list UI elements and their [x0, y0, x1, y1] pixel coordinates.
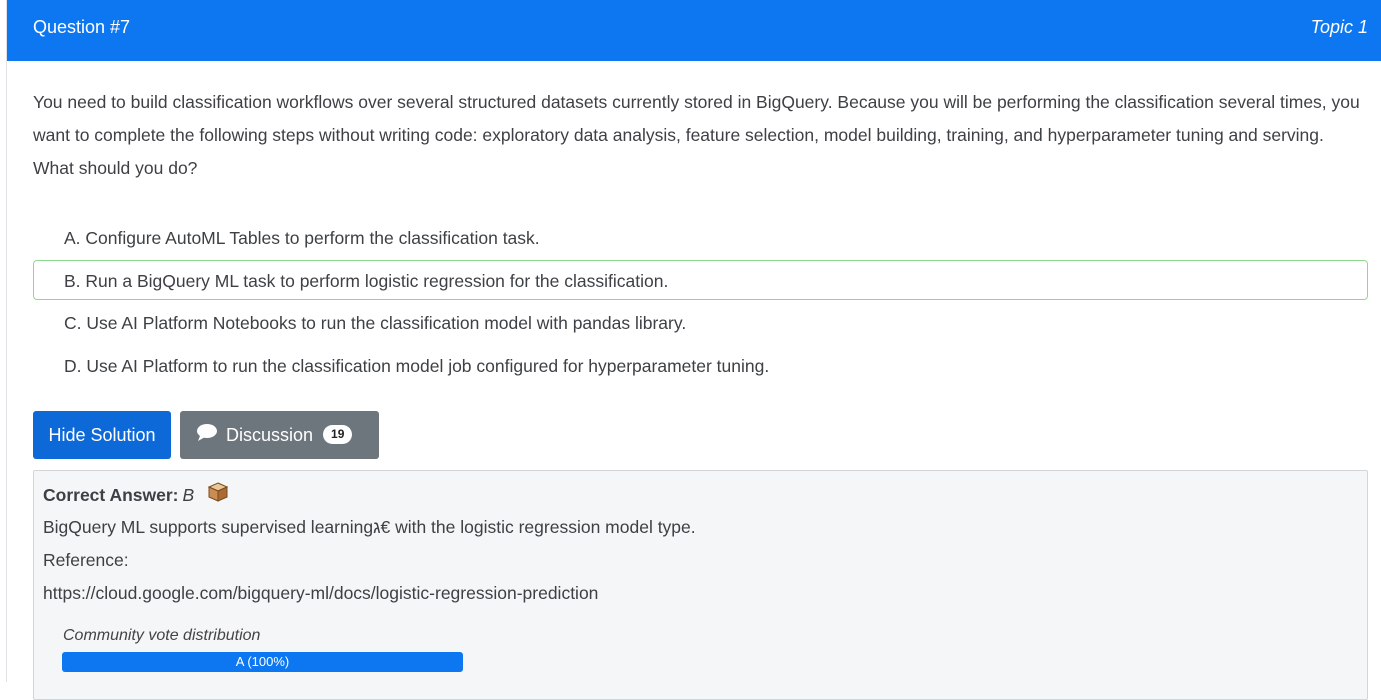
correct-answer-line: Correct Answer: B [43, 482, 229, 508]
choice-d[interactable]: D. Use AI Platform to run the classifica… [33, 345, 1368, 385]
correct-answer-label: Correct Answer: [43, 485, 179, 506]
discussion-count-badge: 19 [323, 425, 353, 445]
choice-c[interactable]: C. Use AI Platform Notebooks to run the … [33, 302, 1368, 342]
package-icon [207, 481, 229, 508]
answer-explanation: BigQuery ML supports supervised learning… [43, 517, 696, 537]
question-header: Question #7 Topic 1 [7, 0, 1381, 61]
question-number: Question #7 [33, 17, 131, 37]
choice-b[interactable]: B. Run a BigQuery ML task to perform log… [33, 259, 1368, 300]
choices-list: A. Configure AutoML Tables to perform th… [33, 217, 1368, 387]
question-card: Question #7 Topic 1 You need to build cl… [6, 0, 1381, 700]
chat-bubble-icon [196, 411, 218, 459]
discussion-label: Discussion [226, 425, 314, 445]
topic-label: Topic 1 [1310, 17, 1368, 37]
vote-bar: A (100%) [62, 652, 463, 672]
hide-solution-button[interactable]: Hide Solution [33, 411, 171, 459]
vote-distribution-title: Community vote distribution [63, 627, 261, 644]
answer-panel: Correct Answer: B BigQuery ML supports su… [33, 470, 1368, 700]
discussion-button[interactable]: Discussion 19 [180, 411, 379, 459]
question-text: You need to build classification workflo… [33, 92, 1360, 178]
choice-a[interactable]: A. Configure AutoML Tables to perform th… [33, 217, 1368, 257]
correct-answer-value: B [182, 485, 195, 506]
reference-link[interactable]: https://cloud.google.com/bigquery-ml/doc… [43, 583, 598, 604]
reference-label: Reference: [43, 550, 129, 570]
